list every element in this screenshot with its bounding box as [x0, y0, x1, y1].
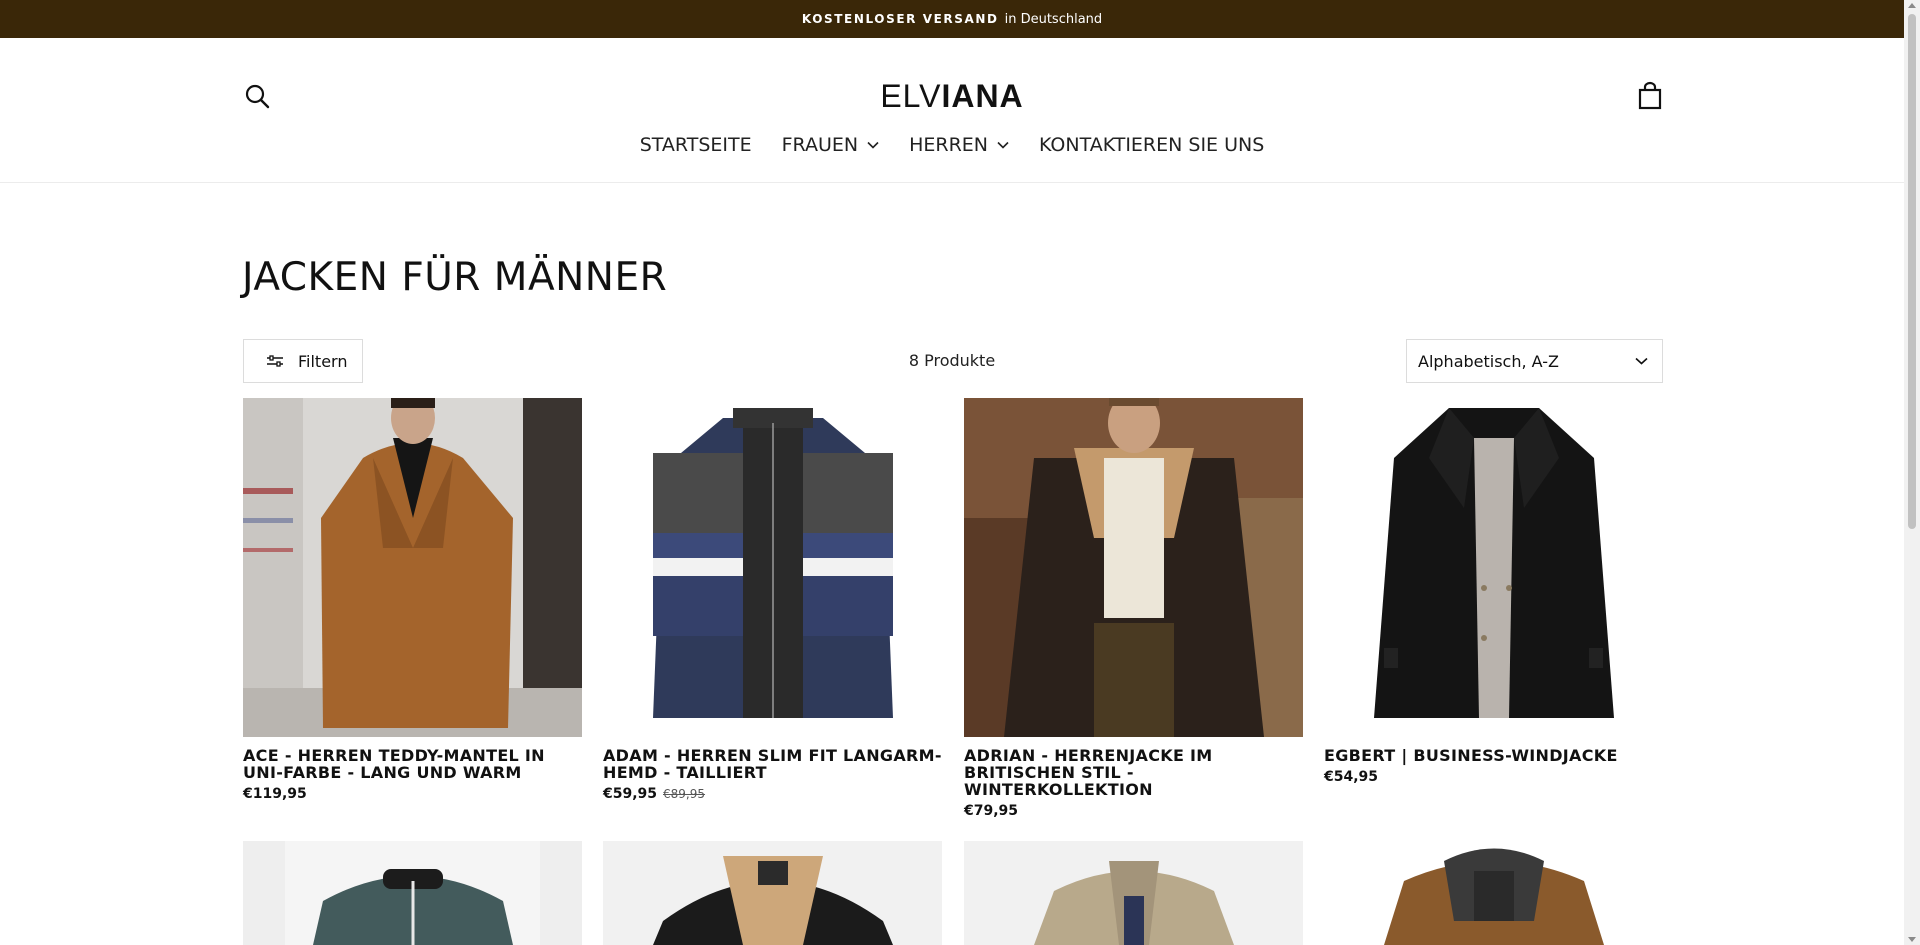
product-card[interactable] — [1324, 841, 1663, 945]
nav-item-startseite[interactable]: STARTSEITE — [640, 134, 752, 156]
logo-light: ELV — [880, 78, 942, 114]
announcement-bar: KOSTENLOSER VERSAND in Deutschland — [0, 0, 1904, 38]
nav-item-kontakt[interactable]: KONTAKTIEREN SIE UNS — [1039, 134, 1264, 156]
nav-label: STARTSEITE — [639, 134, 752, 156]
announcement-strong: KOSTENLOSER VERSAND — [801, 12, 999, 26]
nav-label: KONTAKTIEREN SIE UNS — [1039, 134, 1265, 156]
price-old: €89,95 — [663, 787, 706, 801]
product-price: €119,95 — [243, 786, 582, 802]
sort-value: Alphabetisch, A-Z — [1418, 351, 1559, 371]
shopping-bag-icon — [1638, 81, 1662, 110]
product-image[interactable] — [603, 398, 942, 737]
product-image[interactable] — [243, 398, 582, 737]
product-image[interactable] — [964, 841, 1303, 945]
product-image[interactable] — [1324, 841, 1663, 945]
logo-bold: IANA — [941, 78, 1024, 114]
product-card[interactable]: EGBERT | BUSINESS-WINDJACKE €54,95 — [1324, 398, 1663, 785]
product-image[interactable] — [603, 841, 942, 945]
page-scrollbar[interactable] — [1904, 0, 1920, 945]
nav-label: FRAUEN — [781, 134, 859, 156]
product-image[interactable] — [243, 841, 582, 945]
product-price: €79,95 — [964, 803, 1303, 819]
product-title[interactable]: ADRIAN - HERRENJACKE IM BRITISCHEN STIL … — [964, 747, 1303, 798]
price-current: €59,95 — [603, 786, 658, 802]
product-card[interactable]: ACE - HERREN TEDDY-MANTEL IN UNI-FARBE -… — [243, 398, 582, 802]
price-current: €119,95 — [243, 786, 307, 802]
product-title[interactable]: ACE - HERREN TEDDY-MANTEL IN UNI-FARBE -… — [243, 747, 582, 781]
main-nav: STARTSEITE FRAUEN HERREN KONTAKTIEREN SI… — [0, 134, 1904, 156]
price-current: €79,95 — [964, 803, 1019, 819]
product-title[interactable]: ADAM - HERREN SLIM FIT LANGARM-HEMD - TA… — [603, 747, 942, 781]
scroll-down-arrow[interactable] — [1908, 937, 1916, 942]
site-logo[interactable]: ELVIANA — [0, 78, 1904, 115]
chevron-down-icon — [867, 141, 879, 149]
nav-label: HERREN — [909, 134, 989, 156]
product-price: €54,95 — [1324, 769, 1663, 785]
announcement-text: in Deutschland — [1004, 11, 1103, 27]
nav-item-frauen[interactable]: FRAUEN — [782, 134, 879, 156]
page-title: JACKEN FÜR MÄNNER — [242, 255, 668, 300]
product-card[interactable] — [964, 841, 1303, 945]
product-image[interactable] — [1324, 398, 1663, 737]
chevron-down-icon — [1635, 357, 1648, 365]
cart-button[interactable] — [1636, 81, 1664, 111]
product-title[interactable]: EGBERT | BUSINESS-WINDJACKE — [1324, 747, 1663, 764]
product-card[interactable]: ADRIAN - HERRENJACKE IM BRITISCHEN STIL … — [964, 398, 1303, 819]
chevron-down-icon — [997, 141, 1009, 149]
product-card[interactable] — [603, 841, 942, 945]
product-image[interactable] — [964, 398, 1303, 737]
product-price: €59,95 €89,95 — [603, 786, 942, 802]
product-card[interactable] — [243, 841, 582, 945]
scrollbar-thumb[interactable] — [1908, 14, 1916, 529]
sort-select[interactable]: Alphabetisch, A-Z — [1406, 339, 1663, 383]
scroll-up-arrow[interactable] — [1908, 3, 1916, 8]
nav-item-herren[interactable]: HERREN — [909, 134, 1009, 156]
product-card[interactable]: ADAM - HERREN SLIM FIT LANGARM-HEMD - TA… — [603, 398, 942, 802]
price-current: €54,95 — [1324, 769, 1379, 785]
site-header: ELVIANA STARTSEITE FRAUEN HERREN KONTAKT… — [0, 38, 1904, 183]
